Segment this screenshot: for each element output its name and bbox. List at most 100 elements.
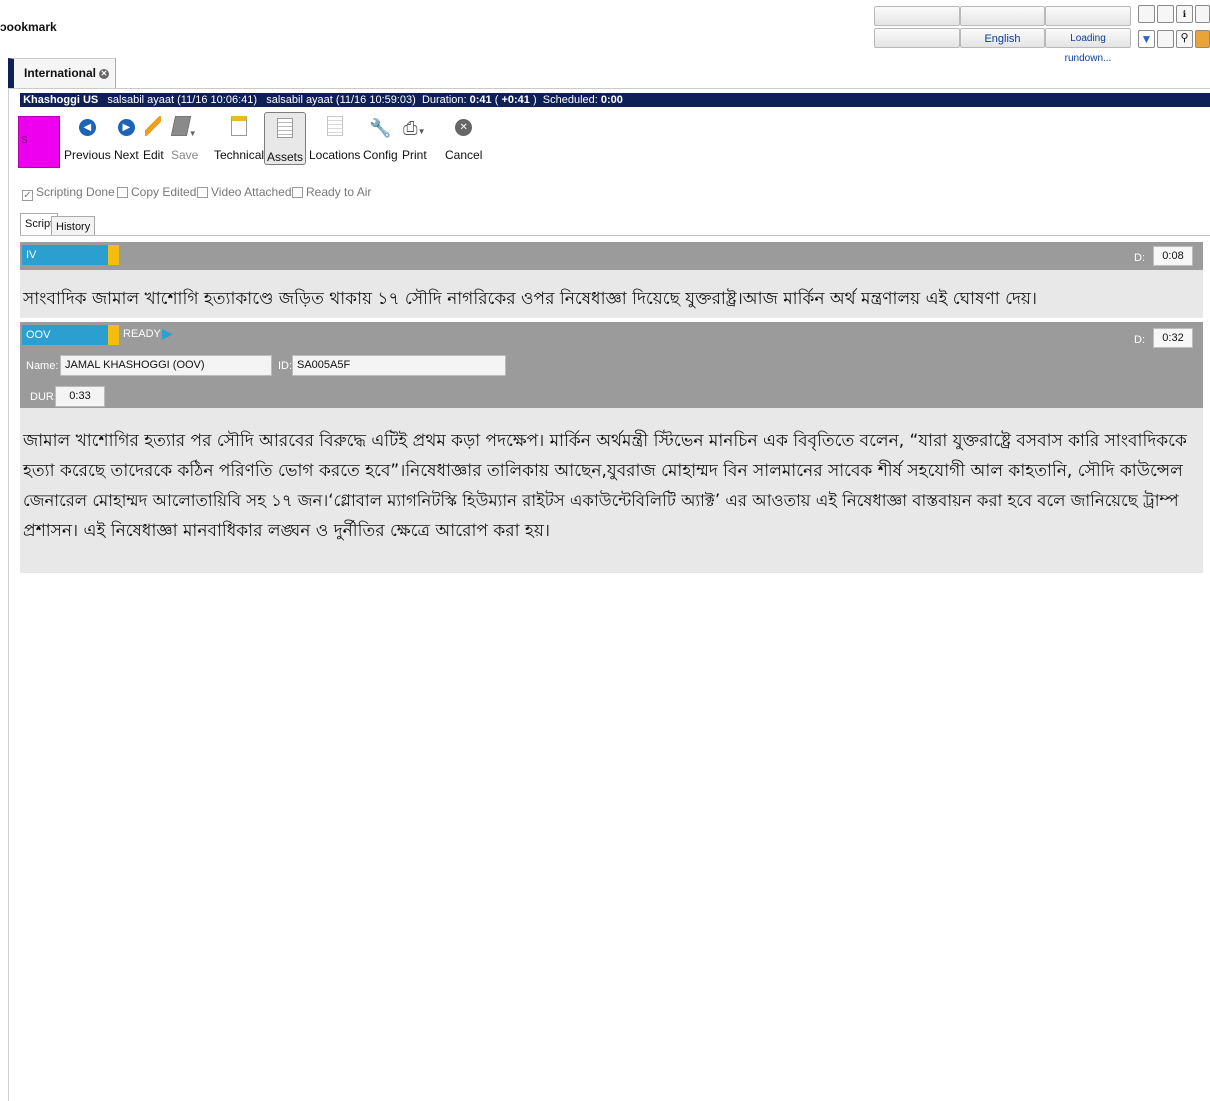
block-type: IV (22, 245, 108, 265)
arrow-left-icon: ◀ (78, 119, 96, 136)
rundown-status[interactable]: Loading rundown... (1045, 28, 1131, 64)
duration-label: D: (1134, 252, 1145, 264)
close-icon[interactable]: ✕ (99, 68, 110, 79)
scheduled-value: 0:00 (600, 94, 623, 106)
checkbox-video-attached[interactable]: Video Attached (197, 185, 292, 199)
technical-label: Technical (214, 148, 265, 162)
previous-label: Previous (64, 148, 111, 162)
checkbox-box[interactable] (197, 187, 208, 198)
tab-history[interactable]: History (51, 216, 96, 235)
assets-icon (277, 118, 293, 138)
save-button[interactable]: ▼ Save (170, 116, 199, 162)
locations-label: Locations (309, 148, 361, 162)
block-duration[interactable]: 0:08 (1153, 246, 1193, 266)
top-slot-1[interactable] (874, 6, 960, 26)
assets-button[interactable]: Assets (264, 112, 307, 165)
checkbox-box[interactable] (292, 187, 303, 198)
duration-label: Duration: (421, 94, 467, 106)
tab-divider (20, 235, 1210, 236)
locations-icon (326, 116, 343, 136)
save-dropdown-icon[interactable]: ▼ (189, 129, 197, 138)
previous-button[interactable]: ◀ Previous (64, 116, 111, 162)
top-slot-4[interactable] (874, 28, 960, 48)
search-icon[interactable]: ⚲ (1176, 30, 1193, 48)
script-line: জেনারেল মোহাম্মদ আলোতায়িবি সহ ১৭ জন।‘গ্… (23, 491, 1179, 510)
technical-button[interactable]: Technical (214, 116, 264, 162)
id-label: ID: (278, 360, 293, 372)
checkbox-ready-to-air[interactable]: Ready to Air (292, 185, 371, 199)
checkbox-label: Video Attached (211, 185, 292, 199)
app-title: ɔookmark (0, 20, 57, 34)
document-icon[interactable] (1157, 30, 1174, 48)
next-label: Next (114, 148, 139, 162)
script-line: হত্যা করেছে তাদেরকে কঠিন পরিণতি ভোগ করতে… (23, 461, 1183, 481)
cancel-label: Cancel (445, 148, 483, 162)
block-header: OOV READY ▶ D: 0:32 Name: JAMAL KHASHOGG… (20, 322, 1203, 408)
next-button[interactable]: ▶ Next (114, 116, 139, 162)
checkbox-box[interactable] (117, 187, 128, 198)
save-label: Save (171, 148, 199, 162)
scheduled-label: Scheduled: (542, 94, 598, 106)
top-slot-2[interactable] (960, 6, 1045, 26)
calendar-icon[interactable] (1195, 5, 1210, 23)
dur-label: DUR: (30, 391, 57, 403)
info-icon[interactable]: ℹ (1176, 5, 1193, 23)
config-button[interactable]: 🔧 Config (363, 116, 398, 162)
pane-border (8, 88, 9, 1101)
panel-icon[interactable] (1157, 5, 1174, 23)
config-label: Config (363, 148, 398, 162)
script-line: জামাল খাশোগির হত্যার পর সৌদি আরবের বিরুদ… (23, 431, 1187, 451)
duration-label: D: (1134, 334, 1145, 346)
name-field[interactable]: JAMAL KHASHOGGI (OOV) (60, 355, 272, 376)
cue-marker (108, 245, 119, 265)
created-by: salsabil ayaat (11/16 10:06:41) (107, 94, 258, 106)
block-type: OOV (22, 325, 108, 345)
checkbox-box[interactable]: ✓ (22, 190, 33, 201)
checkbox-label: Ready to Air (306, 185, 372, 199)
print-button[interactable]: ⎙▼ Print (402, 116, 427, 162)
script-line: প্রশাসন। এই নিষেধাজ্ঞা মানবাধিকার লঙ্ঘন … (23, 521, 550, 541)
id-field[interactable]: SA005A5F (292, 355, 506, 376)
script-text[interactable]: জামাল খাশোগির হত্যার পর সৌদি আরবের বিরুদ… (23, 426, 1187, 546)
checkbox-scripting-done[interactable]: ✓ Scripting Done (22, 185, 115, 201)
filter-icon[interactable]: ▼ (1138, 30, 1155, 48)
play-icon[interactable]: ▶ (162, 325, 173, 342)
story-header: Khashoggi US salsabil ayaat (11/16 10:06… (20, 93, 1210, 107)
checkbox-copy-edited[interactable]: Copy Edited (117, 185, 196, 199)
arrow-right-icon: ▶ (117, 119, 135, 136)
edit-button[interactable]: Edit (143, 116, 164, 162)
ready-status: READY (123, 328, 161, 340)
slug-color-swatch[interactable]: S (18, 116, 60, 168)
tab-international[interactable]: International ✕ (8, 58, 117, 88)
cue-marker (108, 325, 119, 345)
dur-field[interactable]: 0:33 (55, 386, 105, 407)
printer-icon: ⎙ (403, 118, 418, 138)
block-header: IV D: 0:08 (20, 242, 1203, 270)
checkbox-label: Scripting Done (36, 185, 115, 199)
pencil-icon (145, 116, 162, 136)
wrench-icon: 🔧 (369, 118, 392, 138)
tab-label: International (24, 66, 97, 80)
story-slug: Khashoggi US (23, 94, 99, 106)
refresh-icon[interactable] (1195, 30, 1210, 48)
layout-icon[interactable] (1138, 5, 1155, 23)
edit-label: Edit (143, 148, 164, 162)
cancel-icon: ✕ (455, 119, 473, 136)
locations-button[interactable]: Locations (309, 116, 360, 162)
print-dropdown-icon[interactable]: ▼ (418, 127, 426, 136)
print-label: Print (402, 148, 427, 162)
duration-value: 0:41 (469, 94, 492, 106)
checkbox-label: Copy Edited (131, 185, 197, 199)
script-block-iv[interactable]: IV D: 0:08 সাংবাদিক জামাল খাশোগি হত্যাকা… (20, 242, 1203, 318)
over-under-value: +0:41 (501, 94, 530, 106)
block-duration[interactable]: 0:32 (1153, 328, 1193, 348)
modified-by: salsabil ayaat (11/16 10:59:03) (266, 94, 416, 106)
technical-icon (231, 116, 248, 136)
tab-strip: International ✕ (8, 58, 1210, 89)
cancel-button[interactable]: ✕ Cancel (445, 116, 482, 162)
top-slot-3[interactable] (1045, 6, 1131, 26)
script-block-oov[interactable]: OOV READY ▶ D: 0:32 Name: JAMAL KHASHOGG… (20, 322, 1203, 573)
script-text[interactable]: সাংবাদিক জামাল খাশোগি হত্যাকাণ্ডে জড়িত … (23, 286, 1037, 314)
assets-label: Assets (267, 150, 304, 164)
language-selector[interactable]: English (960, 28, 1045, 48)
